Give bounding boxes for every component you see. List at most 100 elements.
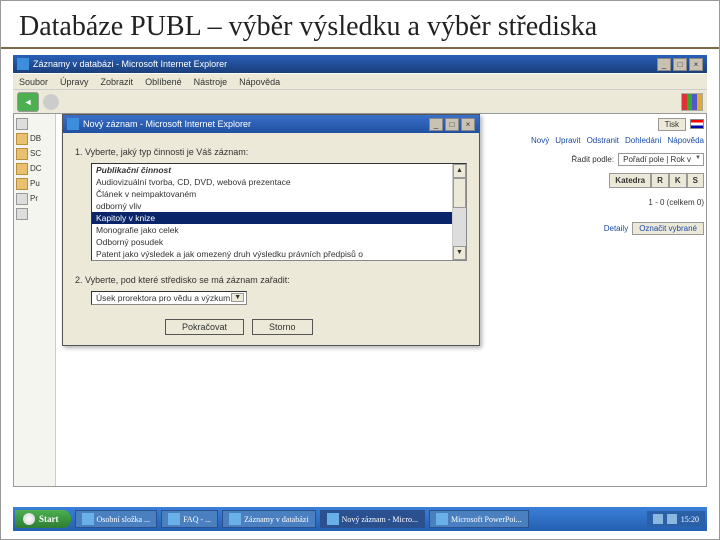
folder-icon <box>16 163 28 175</box>
new-record-dialog: Nový záznam - Microsoft Internet Explore… <box>62 114 480 346</box>
listbox-option[interactable]: Patent jako výsledek a jak omezený druh … <box>92 248 466 260</box>
menu-soubor[interactable]: Soubor <box>19 77 48 87</box>
link-upravit[interactable]: Upravit <box>555 136 580 145</box>
close-button[interactable]: × <box>689 58 703 71</box>
modal-close-button[interactable]: × <box>461 118 475 131</box>
listbox-option[interactable]: Odborný posudek <box>92 236 466 248</box>
sidebar-item-pu[interactable]: Pu <box>14 176 55 191</box>
listbox-option[interactable]: Audiovizuální tvorba, CD, DVD, webová pr… <box>92 176 466 188</box>
menu-upravy[interactable]: Úpravy <box>60 77 89 87</box>
left-sidebar: DB SC DC Pu Pr <box>14 114 56 486</box>
listbox-option[interactable]: odborný vliv <box>92 200 466 212</box>
taskbar-task-4[interactable]: Microsoft PowerPoi... <box>429 510 529 528</box>
browser-content: DB SC DC Pu Pr Tisk Nový Upravit Odstran… <box>13 113 707 487</box>
outer-titlebar: Záznamy v databázi - Microsoft Internet … <box>13 55 707 73</box>
app-icon <box>82 513 94 525</box>
activity-type-listbox[interactable]: Publikační činnost Audiovizuální tvorba,… <box>91 163 467 261</box>
menu-nastroje[interactable]: Nástroje <box>194 77 228 87</box>
sidebar-item-dc[interactable]: DC <box>14 161 55 176</box>
listbox-option[interactable]: Monografie jako celek <box>92 224 466 236</box>
app-icon <box>229 513 241 525</box>
listbox-header: Publikační činnost <box>92 164 466 176</box>
taskbar-task-0[interactable]: Osobní složka ... <box>75 510 158 528</box>
detail-link[interactable]: Detaily <box>604 224 628 233</box>
col-s[interactable]: S <box>687 173 704 188</box>
windows-start-icon <box>23 513 35 525</box>
ie-icon <box>67 118 79 130</box>
folder-icon <box>16 118 28 130</box>
menu-zobrazit[interactable]: Zobrazit <box>101 77 134 87</box>
taskbar-task-3[interactable]: Nový záznam - Micro... <box>320 510 425 528</box>
outer-menubar: Soubor Úpravy Zobrazit Oblíbené Nástroje… <box>13 73 707 89</box>
result-count: 1 - 0 (celkem 0) <box>648 198 704 207</box>
screenshot-container: Záznamy v databázi - Microsoft Internet … <box>13 55 707 487</box>
sidebar-item-pr[interactable]: Pr <box>14 191 55 206</box>
outer-toolbar: ◄ <box>13 89 707 113</box>
scroll-up-icon[interactable]: ▲ <box>453 164 466 178</box>
forward-button[interactable] <box>43 94 59 110</box>
tray-icon[interactable] <box>653 514 663 524</box>
folder-icon <box>16 193 28 205</box>
system-tray[interactable]: 15:20 <box>647 511 705 527</box>
continue-button[interactable]: Pokračovat <box>165 319 244 335</box>
department-select[interactable]: Úsek prorektora pro vědu a výzkum <box>91 291 247 305</box>
step2-label: 2. Vyberte, pod které středisko se má zá… <box>75 275 467 285</box>
sort-label: Řadit podle: <box>571 155 614 164</box>
folder-icon <box>16 148 28 160</box>
folder-icon <box>16 178 28 190</box>
title-underline <box>1 47 719 49</box>
start-button[interactable]: Start <box>15 510 71 528</box>
maximize-button[interactable]: □ <box>673 58 687 71</box>
scroll-thumb[interactable] <box>453 178 466 208</box>
right-panel: Tisk Nový Upravit Odstranit Dohledání Ná… <box>504 116 704 236</box>
scroll-track[interactable] <box>453 208 466 246</box>
sidebar-item-6[interactable] <box>14 206 55 221</box>
menu-oblibene[interactable]: Oblíbené <box>145 77 182 87</box>
link-dohledani[interactable]: Dohledání <box>625 136 661 145</box>
start-label: Start <box>39 514 59 524</box>
flag-icon <box>690 119 704 129</box>
ie-icon <box>17 58 29 70</box>
listbox-scrollbar[interactable]: ▲ ▼ <box>452 164 466 260</box>
col-k[interactable]: K <box>669 173 687 188</box>
listbox-option[interactable]: Prezentace na konferencích a seminářích … <box>92 260 466 261</box>
back-button[interactable]: ◄ <box>17 92 39 112</box>
modal-titlebar: Nový záznam - Microsoft Internet Explore… <box>63 115 479 133</box>
windows-logo-icon <box>681 93 703 111</box>
taskbar: Start Osobní složka ... FAQ - ... Záznam… <box>13 507 707 531</box>
tray-icon[interactable] <box>667 514 677 524</box>
cancel-button[interactable]: Storno <box>252 319 313 335</box>
menu-napoveda[interactable]: Nápověda <box>239 77 280 87</box>
app-icon <box>436 513 448 525</box>
step1-label: 1. Vyberte, jaký typ činnosti je Váš záz… <box>75 147 467 157</box>
minimize-button[interactable]: _ <box>657 58 671 71</box>
modal-minimize-button[interactable]: _ <box>429 118 443 131</box>
print-button[interactable]: Tisk <box>658 118 686 131</box>
action-links: Nový Upravit Odstranit Dohledání Nápověd… <box>504 136 704 145</box>
app-icon <box>168 513 180 525</box>
col-katedra[interactable]: Katedra <box>609 173 651 188</box>
modal-buttons: Pokračovat Storno <box>75 319 467 335</box>
sidebar-item-0[interactable] <box>14 116 55 131</box>
listbox-option[interactable]: Článek v neimpaktovaném <box>92 188 466 200</box>
clock: 15:20 <box>681 515 699 524</box>
link-novy[interactable]: Nový <box>531 136 549 145</box>
modal-maximize-button[interactable]: □ <box>445 118 459 131</box>
app-icon <box>327 513 339 525</box>
outer-window-title: Záznamy v databázi - Microsoft Internet … <box>33 59 655 69</box>
link-napoveda[interactable]: Nápověda <box>668 136 704 145</box>
scroll-down-icon[interactable]: ▼ <box>453 246 466 260</box>
link-odstranit[interactable]: Odstranit <box>587 136 619 145</box>
listbox-option-selected[interactable]: Kapitoly v knize <box>92 212 466 224</box>
select-marked-button[interactable]: Označit vybrané <box>632 222 704 235</box>
sidebar-item-sc[interactable]: SC <box>14 146 55 161</box>
slide-title: Databáze PUBL – výběr výsledku a výběr s… <box>1 1 719 47</box>
sort-select[interactable]: Pořadí pole | Rok v <box>618 153 704 166</box>
sidebar-item-db[interactable]: DB <box>14 131 55 146</box>
taskbar-task-1[interactable]: FAQ - ... <box>161 510 218 528</box>
col-r[interactable]: R <box>651 173 669 188</box>
table-header: Katedra R K S <box>504 173 704 188</box>
folder-icon <box>16 133 28 145</box>
modal-body: 1. Vyberte, jaký typ činnosti je Váš záz… <box>63 133 479 345</box>
taskbar-task-2[interactable]: Záznamy v databázi <box>222 510 315 528</box>
